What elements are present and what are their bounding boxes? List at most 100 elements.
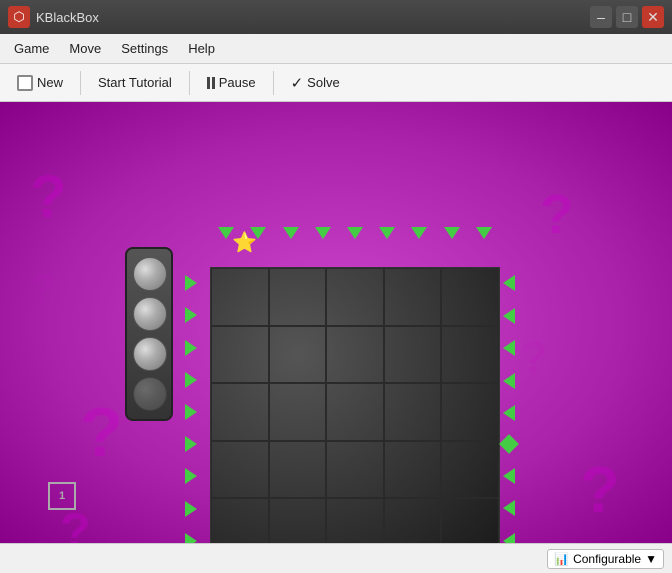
pause-button[interactable]: Pause [198, 70, 265, 95]
grid-cell-2-0[interactable] [211, 383, 269, 441]
status-bar: 📊 Configurable ▼ [0, 543, 672, 573]
grid-cell-2-2[interactable] [326, 383, 384, 441]
ball-2[interactable] [133, 297, 167, 331]
right-arrow-3[interactable] [503, 340, 515, 356]
title-bar-left: ⬡ KBlackBox [8, 6, 99, 28]
grid-cell-1-3[interactable] [384, 326, 442, 384]
left-arrow-9[interactable] [185, 533, 197, 543]
solve-button[interactable]: ✓ Solve [282, 69, 349, 97]
score-display: 1 [48, 482, 76, 510]
ball-4-placeholder [133, 377, 167, 411]
qmark-5: ? [580, 452, 620, 527]
right-arrow-9[interactable] [503, 533, 515, 543]
grid-cell-0-0[interactable] [211, 268, 269, 326]
ball-1[interactable] [133, 257, 167, 291]
arrows-left [185, 267, 197, 543]
grid-cell-1-0[interactable] [211, 326, 269, 384]
qmark-1: ? [30, 162, 67, 231]
close-button[interactable]: ✕ [642, 6, 664, 28]
grid-cell-3-3[interactable] [384, 441, 442, 499]
configurable-label: Configurable [573, 552, 641, 566]
top-arrow-9[interactable] [476, 227, 492, 239]
right-arrow-7[interactable] [503, 468, 515, 484]
game-grid[interactable] [210, 267, 500, 543]
right-arrow-1[interactable] [503, 275, 515, 291]
left-arrow-1[interactable] [185, 275, 197, 291]
qmark-6: ? [520, 332, 548, 384]
top-arrow-7[interactable] [411, 227, 427, 239]
title-bar: ⬡ KBlackBox – □ ✕ [0, 0, 672, 34]
tutorial-button[interactable]: Start Tutorial [89, 70, 181, 95]
grid-cell-4-1[interactable] [269, 498, 327, 543]
menu-help[interactable]: Help [178, 37, 225, 60]
top-arrow-1[interactable] [218, 227, 234, 239]
right-arrow-6[interactable] [499, 435, 519, 455]
grid-cell-1-4[interactable] [441, 326, 499, 384]
left-arrow-8[interactable] [185, 501, 197, 517]
grid-cell-0-3[interactable] [384, 268, 442, 326]
top-arrow-4[interactable] [315, 227, 331, 239]
configurable-dropdown[interactable]: 📊 Configurable ▼ [547, 549, 664, 569]
right-arrow-4[interactable] [503, 373, 515, 389]
right-arrow-2[interactable] [503, 308, 515, 324]
grid-cell-2-3[interactable] [384, 383, 442, 441]
title-bar-controls: – □ ✕ [590, 6, 664, 28]
grid-cell-4-4[interactable] [441, 498, 499, 543]
toolbar-separator-1 [80, 71, 81, 95]
dropdown-chevron-icon: ▼ [645, 552, 657, 566]
left-arrow-6[interactable] [185, 436, 197, 452]
new-label: New [37, 75, 63, 90]
ball-3[interactable] [133, 337, 167, 371]
grid-cell-0-4[interactable] [441, 268, 499, 326]
grid-container[interactable] [210, 267, 500, 543]
left-arrow-5[interactable] [185, 404, 197, 420]
qmark-7: ? [30, 267, 54, 312]
maximize-button[interactable]: □ [616, 6, 638, 28]
grid-cell-3-1[interactable] [269, 441, 327, 499]
right-arrow-8[interactable] [503, 500, 515, 516]
right-arrow-5[interactable] [503, 405, 515, 421]
new-button[interactable]: New [8, 70, 72, 96]
menu-game[interactable]: Game [4, 37, 59, 60]
pause-icon [207, 77, 215, 89]
qmark-4: ? [540, 182, 574, 246]
app-icon: ⬡ [8, 6, 30, 28]
pause-label: Pause [219, 75, 256, 90]
grid-cell-4-3[interactable] [384, 498, 442, 543]
toolbar-separator-3 [273, 71, 274, 95]
left-arrow-2[interactable] [185, 307, 197, 323]
top-arrow-3[interactable] [283, 227, 299, 239]
left-arrow-7[interactable] [185, 468, 197, 484]
toolbar-separator-2 [189, 71, 190, 95]
menu-settings[interactable]: Settings [111, 37, 178, 60]
qmark-2: ? [80, 392, 123, 472]
left-arrow-3[interactable] [185, 340, 197, 356]
solve-label: Solve [307, 75, 340, 90]
ball-tray [125, 247, 173, 421]
grid-cell-2-4[interactable] [441, 383, 499, 441]
grid-cell-4-2[interactable] [326, 498, 384, 543]
grid-cell-0-1[interactable] [269, 268, 327, 326]
menu-move[interactable]: Move [59, 37, 111, 60]
grid-cell-3-2[interactable] [326, 441, 384, 499]
chart-icon: 📊 [554, 552, 569, 566]
grid-cell-2-1[interactable] [269, 383, 327, 441]
grid-cell-3-4[interactable] [441, 441, 499, 499]
arrows-right [502, 267, 516, 543]
grid-cell-1-2[interactable] [326, 326, 384, 384]
grid-cell-4-0[interactable] [211, 498, 269, 543]
grid-cell-3-0[interactable] [211, 441, 269, 499]
top-arrow-8[interactable] [444, 227, 460, 239]
game-area: ? ? ? ? ? ? ? ? ⭐ [0, 102, 672, 543]
toolbar: New Start Tutorial Pause ✓ Solve [0, 64, 672, 102]
tutorial-label: Start Tutorial [98, 75, 172, 90]
minimize-button[interactable]: – [590, 6, 612, 28]
grid-cell-0-2[interactable] [326, 268, 384, 326]
solve-icon: ✓ [291, 74, 304, 92]
top-arrow-6[interactable] [379, 227, 395, 239]
menu-bar: Game Move Settings Help [0, 34, 672, 64]
top-arrow-2[interactable] [250, 227, 266, 239]
left-arrow-4[interactable] [185, 372, 197, 388]
grid-cell-1-1[interactable] [269, 326, 327, 384]
top-arrow-5[interactable] [347, 227, 363, 239]
